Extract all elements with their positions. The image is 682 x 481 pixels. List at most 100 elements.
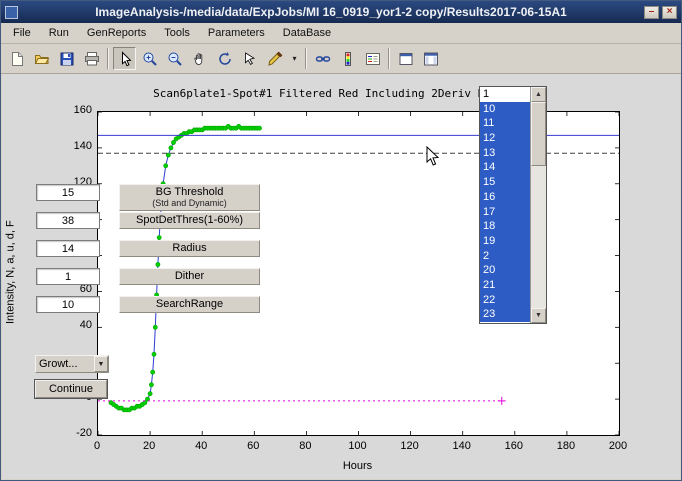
rotate-3d-button[interactable] xyxy=(213,47,236,70)
spot-det-thres-input[interactable] xyxy=(36,212,100,229)
brush-menu-button[interactable]: ▾ xyxy=(288,47,301,70)
toolbar: ▾ xyxy=(1,44,681,74)
hide-plot-tools-button[interactable] xyxy=(394,47,417,70)
title-bar[interactable]: ImageAnalysis-/media/data/ExpJobs/MI 16_… xyxy=(1,1,681,23)
list-item[interactable]: 21 xyxy=(480,278,530,293)
menu-run[interactable]: Run xyxy=(40,24,78,42)
pointer-button[interactable] xyxy=(113,47,136,70)
zoom-in-icon xyxy=(142,51,158,67)
listbox-scrollbar[interactable]: ▲ ▼ xyxy=(530,87,546,323)
list-item[interactable]: 20 xyxy=(480,263,530,278)
save-button[interactable] xyxy=(55,47,78,70)
zoom-out-button[interactable] xyxy=(163,47,186,70)
toolbar-separator xyxy=(388,48,390,69)
app-icon[interactable] xyxy=(5,6,18,19)
spot-det-thres-label[interactable]: SpotDetThres(1-60%) xyxy=(119,212,260,229)
list-item[interactable]: 13 xyxy=(480,146,530,161)
menu-bar: FileRunGenReportsToolsParametersDataBase xyxy=(1,23,681,44)
y-tick-label: 40 xyxy=(58,319,92,331)
scroll-up-icon[interactable]: ▲ xyxy=(531,87,546,102)
dither-label[interactable]: Dither xyxy=(119,268,260,285)
data-cursor-button[interactable] xyxy=(238,47,261,70)
scroll-down-icon[interactable]: ▼ xyxy=(531,308,546,323)
minimize-button[interactable]: – xyxy=(644,6,659,19)
x-tick-label: 180 xyxy=(551,440,581,452)
spot-number-listbox[interactable]: 110111213141516171819220212223 ▲ ▼ xyxy=(479,86,547,324)
x-tick-label: 40 xyxy=(186,440,216,452)
menu-database[interactable]: DataBase xyxy=(274,24,340,42)
link-plot-icon xyxy=(315,51,331,67)
rotate-3d-icon xyxy=(217,51,233,67)
list-item[interactable]: 16 xyxy=(480,190,530,205)
list-item[interactable]: 12 xyxy=(480,131,530,146)
insert-legend-button[interactable] xyxy=(361,47,384,70)
insert-colorbar-button[interactable] xyxy=(336,47,359,70)
growth-dropdown-value: Growt... xyxy=(36,358,94,370)
menu-tools[interactable]: Tools xyxy=(155,24,199,42)
x-tick-label: 20 xyxy=(134,440,164,452)
y-axis-label: Intensity, N, a, u, d, F xyxy=(3,111,18,434)
close-button[interactable]: × xyxy=(662,6,677,19)
figure-area: Scan6plate1-Spot#1 Filtered Red Includin… xyxy=(2,74,680,479)
bg-threshold-input[interactable] xyxy=(36,184,100,201)
insert-colorbar-icon xyxy=(340,51,356,67)
radius-input[interactable] xyxy=(36,240,100,257)
save-icon xyxy=(59,51,75,67)
print-button[interactable] xyxy=(80,47,103,70)
list-item[interactable]: 15 xyxy=(480,175,530,190)
y-tick-label: 160 xyxy=(58,104,92,116)
x-tick-label: 0 xyxy=(82,440,112,452)
x-tick-label: 100 xyxy=(343,440,373,452)
new-file-button[interactable] xyxy=(5,47,28,70)
radius-label[interactable]: Radius xyxy=(119,240,260,257)
list-item[interactable]: 11 xyxy=(480,116,530,131)
pan-icon xyxy=(192,51,208,67)
hide-plot-tools-icon xyxy=(398,51,414,67)
dither-input[interactable] xyxy=(36,268,100,285)
data-cursor-icon xyxy=(242,51,258,67)
toolbar-separator xyxy=(305,48,307,69)
x-tick-label: 140 xyxy=(447,440,477,452)
x-axis-label: Hours xyxy=(97,460,618,472)
brush-menu-arrow-icon: ▾ xyxy=(292,54,296,63)
x-tick-label: 120 xyxy=(395,440,425,452)
brush-button[interactable] xyxy=(263,47,286,70)
list-item[interactable]: 1 xyxy=(480,87,530,102)
y-tick-label: 60 xyxy=(58,283,92,295)
window-title: ImageAnalysis-/media/data/ExpJobs/MI 16_… xyxy=(22,5,640,19)
bg-threshold-label[interactable]: BG Threshold (Std and Dynamic) xyxy=(119,184,260,211)
chevron-down-icon[interactable]: ▼ xyxy=(94,356,108,372)
list-item[interactable]: 14 xyxy=(480,160,530,175)
brush-icon xyxy=(267,51,283,67)
x-tick-label: 80 xyxy=(290,440,320,452)
growth-dropdown[interactable]: Growt... ▼ xyxy=(35,355,109,373)
show-plot-tools-button[interactable] xyxy=(419,47,442,70)
y-tick-label: 140 xyxy=(58,140,92,152)
list-item[interactable]: 17 xyxy=(480,205,530,220)
menu-file[interactable]: File xyxy=(4,24,40,42)
toolbar-separator xyxy=(107,48,109,69)
pan-button[interactable] xyxy=(188,47,211,70)
link-plot-button[interactable] xyxy=(311,47,334,70)
show-plot-tools-icon xyxy=(423,51,439,67)
insert-legend-icon xyxy=(365,51,381,67)
menu-parameters[interactable]: Parameters xyxy=(199,24,274,42)
continue-button[interactable]: Continue xyxy=(35,380,107,398)
menu-genreports[interactable]: GenReports xyxy=(78,24,155,42)
list-item[interactable]: 22 xyxy=(480,293,530,308)
list-item[interactable]: 10 xyxy=(480,102,530,117)
list-item[interactable]: 2 xyxy=(480,249,530,264)
list-item[interactable]: 19 xyxy=(480,234,530,249)
list-item[interactable]: 23 xyxy=(480,307,530,322)
zoom-in-button[interactable] xyxy=(138,47,161,70)
listbox-items: 110111213141516171819220212223 xyxy=(480,87,530,323)
print-icon xyxy=(84,51,100,67)
open-file-icon xyxy=(34,51,50,67)
search-range-input[interactable] xyxy=(36,296,100,313)
list-item[interactable]: 18 xyxy=(480,219,530,234)
search-range-label[interactable]: SearchRange xyxy=(119,296,260,313)
zoom-out-icon xyxy=(167,51,183,67)
scrollbar-thumb[interactable] xyxy=(531,102,546,166)
open-file-button[interactable] xyxy=(30,47,53,70)
new-file-icon xyxy=(9,51,25,67)
